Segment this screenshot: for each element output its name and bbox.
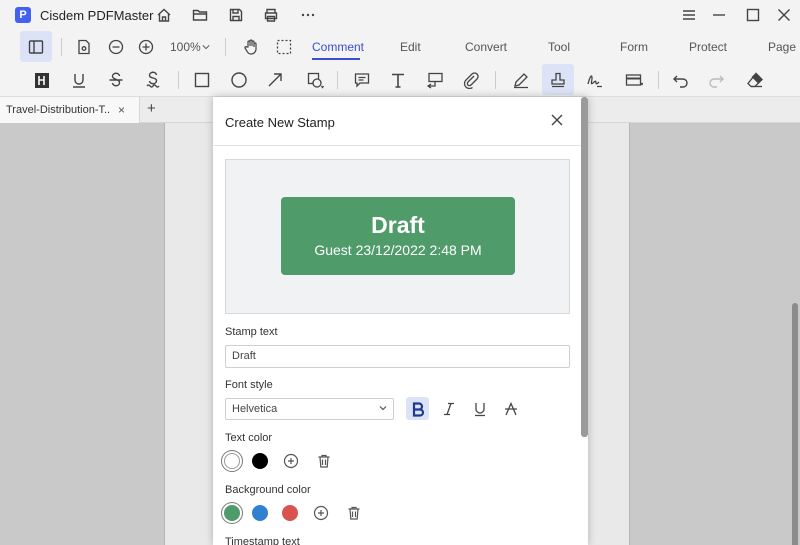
open-folder-icon[interactable] bbox=[192, 7, 208, 23]
background-color-label: Background color bbox=[225, 484, 311, 496]
print-icon[interactable] bbox=[263, 7, 279, 23]
create-stamp-dialog: Create New Stamp Draft Guest 23/12/2022 … bbox=[213, 97, 588, 545]
note-icon[interactable] bbox=[347, 65, 377, 95]
tab-protect[interactable]: Protect bbox=[689, 40, 727, 54]
zoom-level-select[interactable]: 100% bbox=[170, 40, 201, 54]
title-bar: P Cisdem PDFMaster bbox=[0, 0, 800, 30]
zoom-out-icon[interactable] bbox=[106, 37, 126, 57]
text-color-black-swatch[interactable] bbox=[252, 453, 268, 469]
hand-tool-icon[interactable] bbox=[241, 37, 261, 57]
comment-toolbar bbox=[0, 64, 800, 97]
sidebar-toggle-button[interactable] bbox=[20, 31, 52, 62]
stamp-preview-title: Draft bbox=[371, 212, 425, 238]
save-icon[interactable] bbox=[228, 7, 244, 23]
delete-bg-color-icon[interactable] bbox=[346, 505, 362, 521]
stamp-text-label: Stamp text bbox=[225, 326, 278, 338]
app-logo-icon: P bbox=[15, 7, 31, 23]
document-tab[interactable]: Travel-Distribution-T... × bbox=[0, 97, 140, 123]
tab-tool[interactable]: Tool bbox=[548, 40, 570, 54]
more-icon[interactable] bbox=[300, 7, 316, 23]
squiggly-icon[interactable] bbox=[138, 65, 168, 95]
redact-dropdown-icon[interactable] bbox=[619, 65, 649, 95]
attachment-icon[interactable] bbox=[456, 65, 486, 95]
tab-comment[interactable]: Comment bbox=[312, 40, 364, 54]
callout-icon[interactable] bbox=[420, 65, 450, 95]
home-icon[interactable] bbox=[156, 7, 172, 23]
toolbar-divider bbox=[337, 71, 338, 89]
bold-button[interactable] bbox=[406, 397, 429, 420]
pencil-icon[interactable] bbox=[506, 65, 536, 95]
stamp-preview-badge: Draft Guest 23/12/2022 2:48 PM bbox=[281, 197, 515, 275]
minimize-icon[interactable] bbox=[711, 7, 727, 23]
toolbar-divider bbox=[61, 38, 62, 56]
arrow-icon[interactable] bbox=[260, 65, 290, 95]
add-tab-icon[interactable]: + bbox=[147, 100, 156, 117]
strikethrough-button[interactable] bbox=[499, 397, 522, 420]
maximize-icon[interactable] bbox=[745, 7, 761, 23]
toolbar-divider bbox=[658, 71, 659, 89]
delete-text-color-icon[interactable] bbox=[316, 453, 332, 469]
stamp-icon[interactable] bbox=[542, 64, 574, 95]
underline-button[interactable] bbox=[468, 397, 491, 420]
undo-icon[interactable] bbox=[666, 65, 696, 95]
dialog-title: Create New Stamp bbox=[225, 115, 335, 130]
font-select-value: Helvetica bbox=[232, 403, 278, 415]
zoom-chevron-down-icon[interactable] bbox=[200, 42, 212, 52]
text-color-label: Text color bbox=[225, 432, 273, 444]
italic-button[interactable] bbox=[437, 397, 460, 420]
font-style-label: Font style bbox=[225, 379, 273, 391]
zoom-in-icon[interactable] bbox=[136, 37, 156, 57]
dialog-divider bbox=[213, 145, 588, 146]
bg-color-red-swatch[interactable] bbox=[282, 505, 298, 521]
toolbar-divider bbox=[178, 71, 179, 89]
ellipse-icon[interactable] bbox=[224, 65, 254, 95]
active-tab-indicator bbox=[312, 58, 360, 60]
underline-icon[interactable] bbox=[64, 65, 94, 95]
close-window-icon[interactable] bbox=[776, 7, 792, 23]
toolbar-divider bbox=[495, 71, 496, 89]
tab-edit[interactable]: Edit bbox=[400, 40, 421, 54]
menu-icon[interactable] bbox=[681, 7, 697, 23]
add-text-color-icon[interactable] bbox=[283, 453, 299, 469]
highlight-icon[interactable] bbox=[27, 65, 57, 95]
chevron-down-icon bbox=[379, 406, 387, 411]
page-settings-icon[interactable] bbox=[74, 37, 94, 57]
toolbar-divider bbox=[225, 38, 226, 56]
tab-convert[interactable]: Convert bbox=[465, 40, 507, 54]
tab-form[interactable]: Form bbox=[620, 40, 648, 54]
stamp-text-input[interactable]: Draft bbox=[225, 345, 570, 368]
dialog-scrollbar[interactable] bbox=[581, 97, 588, 437]
text-color-white-swatch[interactable] bbox=[224, 453, 240, 469]
font-select[interactable]: Helvetica bbox=[225, 398, 394, 420]
rectangle-icon[interactable] bbox=[187, 65, 217, 95]
add-bg-color-icon[interactable] bbox=[313, 505, 329, 521]
eraser-icon[interactable] bbox=[740, 65, 770, 95]
select-area-icon[interactable] bbox=[274, 37, 294, 57]
timestamp-label: Timestamp text bbox=[225, 536, 300, 545]
redo-icon[interactable] bbox=[701, 65, 731, 95]
close-icon[interactable] bbox=[550, 113, 564, 127]
text-box-icon[interactable] bbox=[383, 65, 413, 95]
bg-color-blue-swatch[interactable] bbox=[252, 505, 268, 521]
document-tab-label: Travel-Distribution-T... bbox=[6, 104, 110, 116]
signature-icon[interactable] bbox=[580, 65, 610, 95]
main-toolbar: 100% Comment Edit Convert Tool Form Prot… bbox=[0, 30, 800, 64]
close-tab-icon[interactable]: × bbox=[118, 103, 125, 117]
shapes-dropdown-icon[interactable] bbox=[300, 65, 330, 95]
tab-page[interactable]: Page bbox=[768, 40, 796, 54]
stamp-preview: Draft Guest 23/12/2022 2:48 PM bbox=[225, 159, 570, 314]
bg-color-green-swatch[interactable] bbox=[224, 505, 240, 521]
document-scrollbar[interactable] bbox=[792, 303, 798, 545]
stamp-preview-subtitle: Guest 23/12/2022 2:48 PM bbox=[314, 242, 482, 258]
strikethrough-icon[interactable] bbox=[101, 65, 131, 95]
app-title: Cisdem PDFMaster bbox=[40, 7, 154, 23]
